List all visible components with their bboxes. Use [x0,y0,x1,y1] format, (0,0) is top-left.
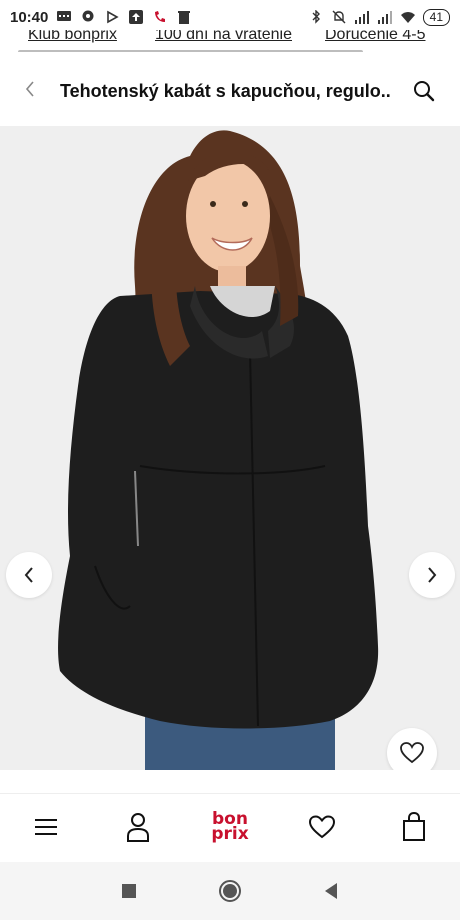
search-icon[interactable] [412,79,436,103]
status-bar: 10:40 41 [0,0,460,34]
system-navigation-bar [0,862,460,920]
silent-icon [332,10,346,24]
recent-apps-icon[interactable] [121,883,137,899]
bottom-navigation: bon prix [0,793,460,859]
gallery-next-button[interactable] [409,552,455,598]
message-icon [57,11,72,21]
promo-link[interactable]: Klub bonprix [28,30,117,44]
menu-icon [35,818,57,835]
chevron-right-icon [428,567,437,583]
menu-button[interactable] [16,807,76,847]
wifi-icon [400,12,415,23]
account-button[interactable] [108,807,168,847]
product-gallery[interactable] [0,126,460,770]
product-title: Tehotenský kabát s kapucňou, regulo... [60,80,390,101]
home-icon[interactable] [218,879,242,903]
chevron-left-icon [25,81,34,97]
bluetooth-icon [312,10,320,24]
signal-icon [354,11,369,24]
promo-link[interactable]: Doručenie 4-5 [325,30,426,44]
add-to-wishlist-button[interactable] [387,728,437,770]
app-screen: 10:40 41 Klub bonprix 100 dní na vráteni… [0,0,460,920]
promo-link[interactable]: 100 dní na vrátenie [155,30,292,44]
heart-icon [308,814,336,838]
heart-icon [400,742,424,764]
notification-icons [56,10,192,24]
product-photo [0,126,460,770]
page-header: Tehotenský kabát s kapucňou, regulo... [0,56,460,126]
missed-call-icon [155,11,166,22]
status-time: 10:40 [10,8,49,26]
system-icons: 41 [308,8,450,26]
wishlist-button[interactable] [292,807,352,847]
back-button[interactable] [0,78,60,104]
chevron-left-icon [24,567,33,583]
gallery-prev-button[interactable] [6,552,52,598]
logo-text-bottom: prix [211,823,249,844]
battery-indicator: 41 [422,8,450,26]
bag-button[interactable] [384,807,444,847]
chat-icon [82,10,94,22]
upload-icon [129,10,144,24]
promo-strip[interactable]: Klub bonprix 100 dní na vrátenie Doručen… [0,30,460,52]
shopping-bag-icon [403,811,425,841]
bonprix-logo[interactable]: bon prix [200,807,260,847]
trash-icon [178,11,191,24]
play-icon [107,10,120,24]
promo-scrollbar[interactable] [18,50,363,52]
signal-2-icon [377,11,392,24]
back-triangle-icon[interactable] [323,882,339,900]
account-icon [127,812,149,842]
